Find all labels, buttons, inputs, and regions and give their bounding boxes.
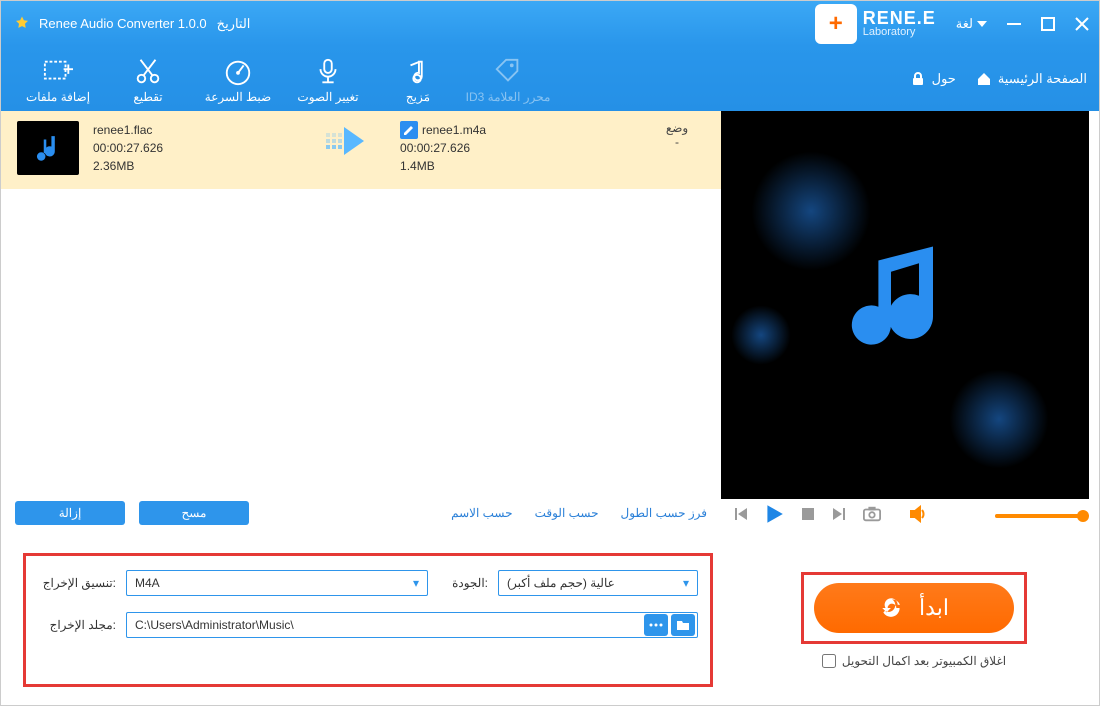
minimize-button[interactable] — [997, 1, 1031, 46]
chevron-down-icon: ▾ — [683, 576, 689, 590]
app-icon — [13, 15, 31, 33]
destination-filename: renee1.m4a — [422, 121, 486, 139]
volume-slider[interactable] — [995, 514, 1085, 518]
destination-info: renee1.m4a 00:00:27.626 1.4MB — [400, 121, 486, 175]
status-label: وضع — [649, 121, 705, 135]
sort-by-name[interactable]: حسب الاسم — [451, 506, 512, 520]
folder-label: :مجلد الإخراج — [38, 618, 116, 632]
maximize-button[interactable] — [1031, 1, 1065, 46]
source-size: 2.36MB — [93, 157, 163, 175]
browse-folder-button[interactable] — [671, 614, 695, 636]
start-button[interactable]: ابدأ — [814, 583, 1014, 633]
cut-icon — [133, 54, 163, 88]
output-settings-panel: :تنسيق الإخراج M4A ▾ :الجودة عالية (حجم … — [23, 553, 713, 687]
source-filename: renee1.flac — [93, 121, 163, 139]
quality-label: :الجودة — [438, 576, 488, 590]
remove-button[interactable]: إزالة — [15, 501, 125, 525]
status-value: - — [649, 135, 705, 149]
app-title: Renee Audio Converter 1.0.0 — [39, 16, 207, 31]
voice-button[interactable]: تغيير الصوت — [283, 46, 373, 111]
mix-button[interactable]: مَزيج — [373, 46, 463, 111]
speed-button[interactable]: ضبط السرعة — [193, 46, 283, 111]
shutdown-checkbox[interactable]: اغلاق الكمبيوتر بعد اكمال التحويل — [822, 654, 1006, 668]
history-link[interactable]: التاريخ — [217, 16, 251, 32]
about-link[interactable]: حول — [910, 71, 956, 87]
logo-text-big: RENE.E — [863, 9, 936, 27]
home-link[interactable]: الصفحة الرئيسية — [976, 71, 1087, 87]
mix-icon — [403, 54, 433, 88]
lock-icon — [910, 71, 926, 87]
logo: RENE.E Laboratory — [815, 1, 936, 46]
add-files-button[interactable]: إضافة ملفات — [13, 46, 103, 111]
next-button[interactable] — [831, 505, 849, 528]
volume-icon[interactable] — [909, 505, 927, 528]
source-info: renee1.flac 00:00:27.626 2.36MB — [93, 121, 163, 175]
file-row[interactable]: renee1.flac 00:00:27.626 2.36MB renee1.m… — [1, 111, 721, 189]
cut-button[interactable]: تقطيع — [103, 46, 193, 111]
edit-icon[interactable] — [400, 121, 418, 139]
format-label: :تنسيق الإخراج — [38, 576, 116, 590]
voice-icon — [313, 54, 343, 88]
sort-by-length[interactable]: فرز حسب الطول — [621, 506, 707, 520]
logo-icon — [815, 4, 857, 44]
output-folder-field[interactable]: C:\Users\Administrator\Music\ — [126, 612, 698, 638]
snapshot-button[interactable] — [863, 505, 881, 528]
home-icon — [976, 71, 992, 87]
play-button[interactable] — [763, 503, 785, 530]
stop-button[interactable] — [799, 505, 817, 528]
conversion-arrow-icon — [326, 127, 364, 155]
speed-icon — [223, 54, 253, 88]
logo-text-small: Laboratory — [863, 27, 936, 38]
prev-button[interactable] — [731, 505, 749, 528]
destination-size: 1.4MB — [400, 157, 486, 175]
format-dropdown[interactable]: M4A ▾ — [126, 570, 428, 596]
destination-duration: 00:00:27.626 — [400, 139, 486, 157]
preview-panel — [721, 111, 1089, 499]
close-button[interactable] — [1065, 1, 1099, 46]
language-selector[interactable]: لغة — [956, 16, 987, 32]
tag-icon — [493, 54, 523, 88]
source-duration: 00:00:27.626 — [93, 139, 163, 157]
refresh-icon — [879, 595, 905, 621]
chevron-down-icon: ▾ — [413, 576, 419, 590]
add-files-icon — [43, 54, 73, 88]
quality-dropdown[interactable]: عالية (حجم ملف أكبر) ▾ — [498, 570, 698, 596]
more-button[interactable] — [644, 614, 668, 636]
clear-button[interactable]: مسح — [139, 501, 249, 525]
sort-by-time[interactable]: حسب الوقت — [535, 506, 599, 520]
music-note-icon — [835, 233, 975, 378]
id3-editor-button: ID3 محرر العلامة — [463, 46, 553, 111]
file-thumbnail — [17, 121, 79, 175]
